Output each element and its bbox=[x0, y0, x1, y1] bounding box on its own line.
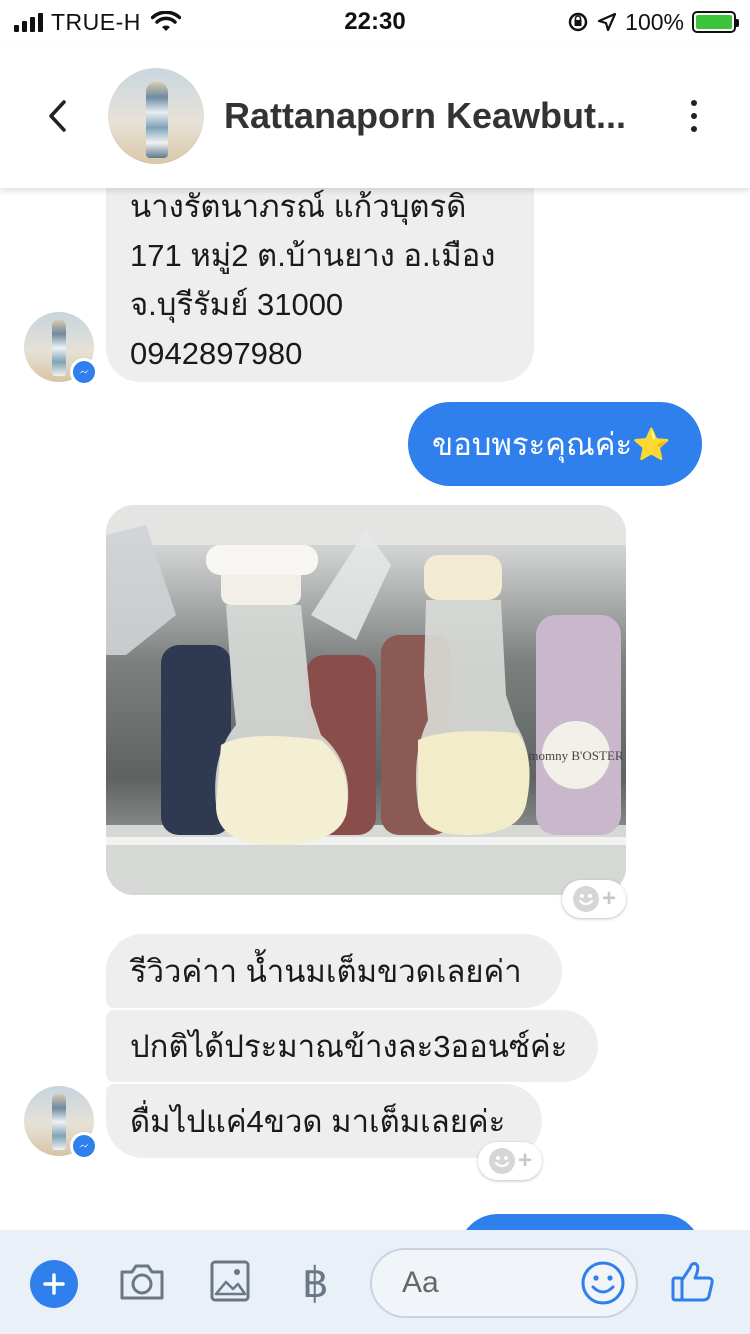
address-line: 171 หมู่2 ต.บ้านยาง อ.เมือง bbox=[130, 238, 496, 273]
address-line: นางรัตนาภรณ์ แก้วบุตรดิ bbox=[130, 189, 467, 224]
plus-icon: + bbox=[517, 1147, 532, 1174]
message-photo[interactable]: momny B'OSTER bbox=[106, 505, 626, 895]
like-button[interactable] bbox=[670, 1258, 716, 1309]
address-line: จ.บุรีรัมย์ 31000 bbox=[130, 287, 344, 322]
image-icon bbox=[210, 1260, 250, 1302]
conversation-header: Rattanaporn Keawbut... bbox=[0, 44, 750, 188]
message-address[interactable]: นางรัตนาภรณ์ แก้วบุตรดิ 171 หมู่2 ต.บ้าน… bbox=[106, 170, 534, 382]
product-label: momny B'OSTER bbox=[528, 748, 623, 763]
orientation-lock-icon bbox=[568, 12, 588, 32]
add-reaction-button[interactable]: + bbox=[562, 880, 626, 918]
camera-button[interactable] bbox=[118, 1262, 166, 1307]
chevron-left-icon bbox=[49, 100, 66, 132]
address-line: 0942897980 bbox=[130, 336, 303, 371]
breast-milk-bottles-photo: momny B'OSTER bbox=[106, 505, 626, 895]
message-review-2[interactable]: ปกติได้ประมาณข้างละ3ออนซ์ค่ะ bbox=[106, 1010, 598, 1082]
composer-bar: ฿ bbox=[0, 1230, 750, 1334]
smiley-icon bbox=[572, 886, 599, 912]
plus-icon: + bbox=[601, 885, 616, 912]
messenger-icon bbox=[70, 358, 98, 386]
more-options-button[interactable] bbox=[682, 100, 706, 132]
add-reaction-button[interactable]: + bbox=[478, 1142, 542, 1180]
camera-icon bbox=[120, 1264, 164, 1300]
smiley-icon bbox=[581, 1261, 625, 1305]
battery-icon bbox=[692, 11, 739, 33]
gallery-button[interactable] bbox=[210, 1260, 250, 1307]
smiley-icon bbox=[488, 1148, 515, 1174]
thumbs-up-icon bbox=[671, 1262, 714, 1302]
messenger-icon bbox=[70, 1132, 98, 1160]
carrier-name: TRUE-H bbox=[51, 8, 141, 35]
emoji-button[interactable] bbox=[580, 1260, 626, 1311]
more-actions-button[interactable] bbox=[30, 1260, 78, 1308]
message-input[interactable] bbox=[402, 1266, 562, 1300]
contact-name[interactable]: Rattanaporn Keawbut... bbox=[224, 95, 634, 137]
payment-button[interactable]: ฿ bbox=[302, 1258, 329, 1307]
message-review-1[interactable]: รีวิวค่าา น้ำนมเต็มขวดเลยค่า bbox=[106, 934, 562, 1008]
battery-percent: 100% bbox=[625, 8, 684, 35]
sender-avatar[interactable] bbox=[24, 312, 98, 386]
message-thanks[interactable]: ขอบพระคุณค่ะ⭐ bbox=[408, 402, 702, 486]
contact-avatar[interactable] bbox=[108, 68, 204, 164]
location-arrow-icon bbox=[598, 12, 617, 32]
sender-avatar[interactable] bbox=[24, 1086, 98, 1160]
status-bar: TRUE-H 22:30 100% bbox=[0, 0, 750, 44]
wifi-icon bbox=[150, 11, 181, 31]
cellular-signal-icon bbox=[14, 12, 43, 32]
vertical-ellipsis-icon bbox=[691, 100, 697, 106]
back-button[interactable] bbox=[28, 86, 88, 146]
plus-icon bbox=[43, 1273, 65, 1295]
message-review-3[interactable]: ดื่มไปแค่4ขวด มาเต็มเลยค่ะ bbox=[106, 1084, 542, 1158]
baht-icon: ฿ bbox=[302, 1258, 329, 1307]
